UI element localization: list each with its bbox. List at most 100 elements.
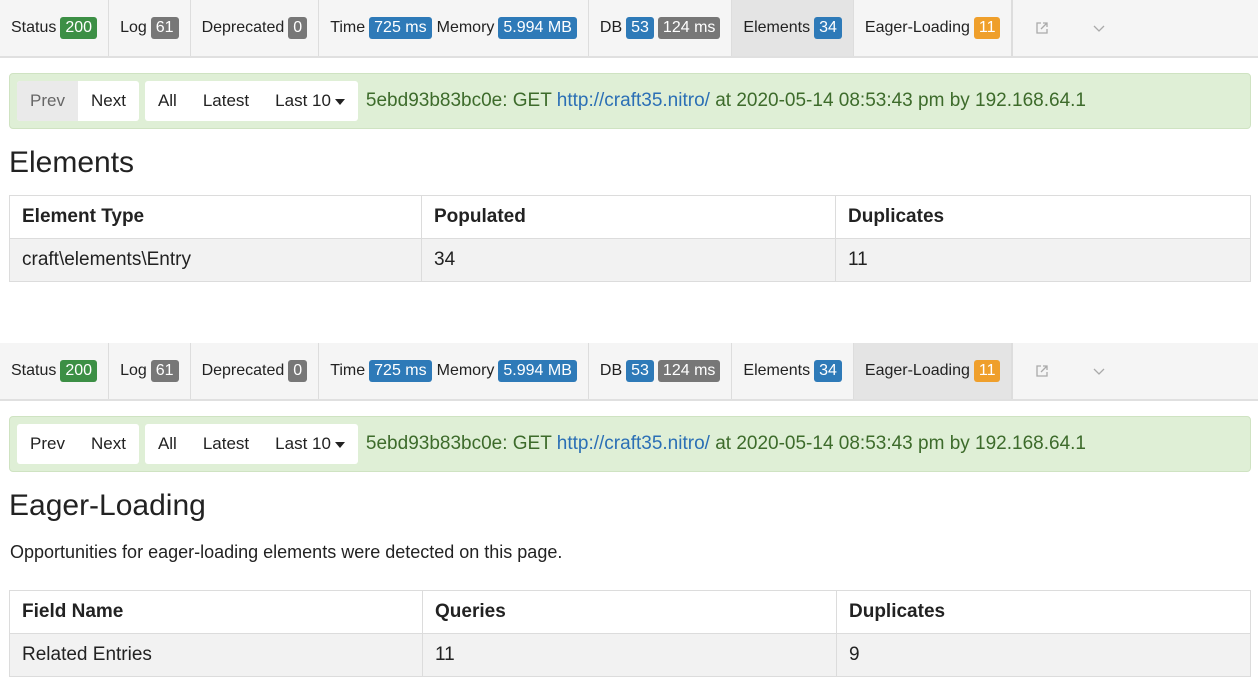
log-label: Log <box>120 362 147 379</box>
request-tag: 5ebd93b83bc0e: GET <box>365 433 557 454</box>
request-info: 5ebd93b83bc0e: GET http://craft35.nitro/… <box>366 90 1086 112</box>
column-header: Queries <box>422 590 837 634</box>
toolbar-time-memory[interactable]: Time 725 ms Memory 5.994 MB <box>319 0 589 56</box>
last10-label: Last 10 <box>275 434 331 453</box>
last10-dropdown[interactable]: Last 10 <box>262 424 358 464</box>
eager-label: Eager-Loading <box>864 362 970 379</box>
eager-badge: 11 <box>973 360 1001 382</box>
table-cell: craft\elements\Entry <box>9 238 422 282</box>
all-button[interactable]: All <box>145 81 190 121</box>
toolbar-deprecated[interactable]: Deprecated 0 <box>191 0 320 56</box>
db-label: DB <box>599 19 623 36</box>
db-time-badge: 124 ms <box>657 17 721 39</box>
column-header: Element Type <box>9 195 422 239</box>
pager-group: Prev Next <box>17 81 139 121</box>
latest-button[interactable]: Latest <box>190 424 262 464</box>
status-badge: 200 <box>60 17 98 39</box>
prev-button[interactable]: Prev <box>17 81 78 121</box>
history-group: All Latest Last 10 <box>144 424 358 464</box>
request-summary-bar: Prev Next All Latest Last 10 5ebd93b83bc… <box>9 73 1251 129</box>
toolbar-log[interactable]: Log 61 <box>109 343 191 399</box>
time-badge: 725 ms <box>369 360 432 382</box>
external-link-icon[interactable] <box>1012 0 1070 56</box>
eager-label: Eager-Loading <box>864 19 970 36</box>
last10-dropdown[interactable]: Last 10 <box>262 81 358 121</box>
deprecated-badge: 0 <box>288 360 308 382</box>
time-badge: 725 ms <box>369 17 432 39</box>
column-header: Populated <box>421 195 836 239</box>
caret-down-icon <box>334 441 345 448</box>
elements-table: Element Type Populated Duplicates craft\… <box>9 195 1251 282</box>
memory-badge: 5.994 MB <box>498 17 577 39</box>
debug-toolbar: Status 200 Log 61 Deprecated 0 Time 725 … <box>0 0 1258 58</box>
toolbar-deprecated[interactable]: Deprecated 0 <box>191 343 320 399</box>
time-label: Time <box>330 362 366 379</box>
toolbar-log[interactable]: Log 61 <box>109 0 191 56</box>
next-button[interactable]: Next <box>78 81 139 121</box>
table-cell: Related Entries <box>9 633 423 677</box>
page-title: Eager-Loading <box>9 489 206 522</box>
history-group: All Latest Last 10 <box>144 81 358 121</box>
elements-label: Elements <box>743 19 811 36</box>
table-row: Related Entries 11 9 <box>9 633 1251 677</box>
table-cell: 9 <box>836 633 1251 677</box>
deprecated-badge: 0 <box>288 17 308 39</box>
eager-badge: 11 <box>973 17 1001 39</box>
toolbar-status[interactable]: Status 200 <box>0 343 110 399</box>
eager-loading-table: Field Name Queries Duplicates Related En… <box>9 590 1251 677</box>
request-summary-bar: Prev Next All Latest Last 10 5ebd93b83bc… <box>9 416 1251 472</box>
log-badge: 61 <box>150 17 179 39</box>
all-button[interactable]: All <box>145 424 190 464</box>
table-cell: 11 <box>422 633 837 677</box>
toolbar-elements[interactable]: Elements 34 <box>732 0 854 56</box>
table-row: craft\elements\Entry 34 11 <box>9 238 1251 282</box>
panel-description: Opportunities for eager-loading elements… <box>10 542 563 562</box>
memory-badge: 5.994 MB <box>498 360 577 382</box>
table-cell: 11 <box>835 238 1251 282</box>
chevron-down-icon[interactable] <box>1070 343 1128 399</box>
log-badge: 61 <box>150 360 179 382</box>
latest-button[interactable]: Latest <box>190 81 262 121</box>
deprecated-label: Deprecated <box>201 362 285 379</box>
elements-badge: 34 <box>814 360 842 382</box>
db-count-badge: 53 <box>626 360 654 382</box>
next-button[interactable]: Next <box>78 424 139 464</box>
memory-label: Memory <box>436 362 495 379</box>
request-url-link[interactable]: http://craft35.nitro/ <box>557 433 710 454</box>
elements-label: Elements <box>743 362 811 379</box>
chevron-down-icon[interactable] <box>1070 0 1128 56</box>
table-cell: 34 <box>421 238 836 282</box>
column-header: Field Name <box>9 590 423 634</box>
prev-button[interactable]: Prev <box>17 424 78 464</box>
status-label: Status <box>11 362 57 379</box>
request-suffix: at 2020-05-14 08:53:43 pm by 192.168.64.… <box>709 433 1086 454</box>
toolbar-elements[interactable]: Elements 34 <box>732 343 854 399</box>
external-link-icon[interactable] <box>1012 343 1070 399</box>
status-badge: 200 <box>60 360 98 382</box>
time-label: Time <box>330 19 366 36</box>
debug-toolbar: Status 200 Log 61 Deprecated 0 Time 725 … <box>0 343 1258 401</box>
request-tag: 5ebd93b83bc0e: GET <box>365 90 557 111</box>
db-label: DB <box>599 362 623 379</box>
request-info: 5ebd93b83bc0e: GET http://craft35.nitro/… <box>366 433 1086 455</box>
pager-group: Prev Next <box>17 424 139 464</box>
deprecated-label: Deprecated <box>201 19 285 36</box>
toolbar-eager-loading[interactable]: Eager-Loading 11 <box>853 343 1013 399</box>
column-header: Duplicates <box>835 195 1251 239</box>
table-header-row: Element Type Populated Duplicates <box>9 195 1251 239</box>
toolbar-time-memory[interactable]: Time 725 ms Memory 5.994 MB <box>319 343 589 399</box>
request-url-link[interactable]: http://craft35.nitro/ <box>557 90 710 111</box>
toolbar-db[interactable]: DB 53 124 ms <box>589 0 733 56</box>
status-label: Status <box>11 19 57 36</box>
column-header: Duplicates <box>836 590 1251 634</box>
log-label: Log <box>120 19 147 36</box>
toolbar-db[interactable]: DB 53 124 ms <box>589 343 733 399</box>
memory-label: Memory <box>436 19 495 36</box>
request-suffix: at 2020-05-14 08:53:43 pm by 192.168.64.… <box>709 90 1086 111</box>
toolbar-eager-loading[interactable]: Eager-Loading 11 <box>854 0 1013 56</box>
db-time-badge: 124 ms <box>657 360 721 382</box>
caret-down-icon <box>334 98 345 105</box>
last10-label: Last 10 <box>275 91 331 110</box>
elements-badge: 34 <box>814 17 842 39</box>
toolbar-status[interactable]: Status 200 <box>0 0 110 56</box>
